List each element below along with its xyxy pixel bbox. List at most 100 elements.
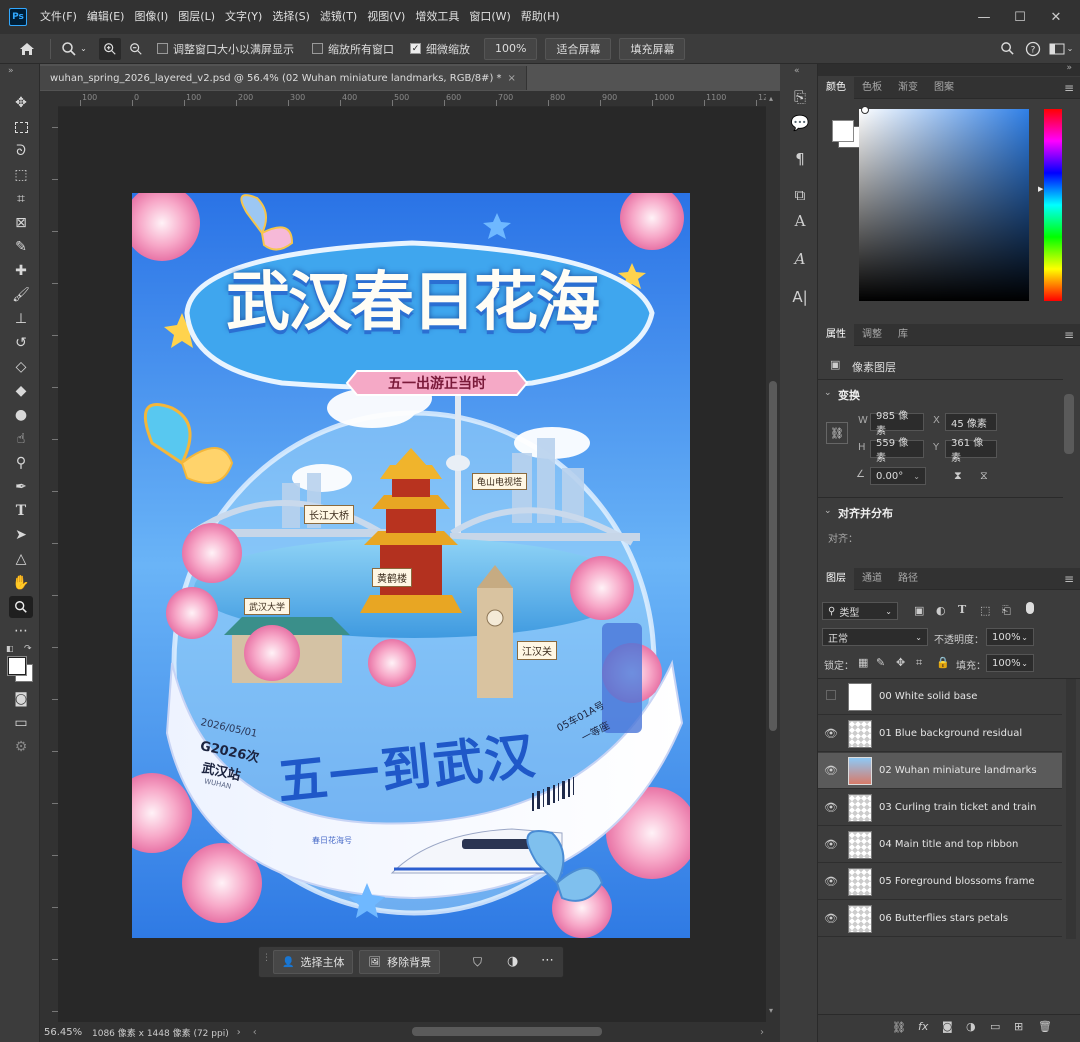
swap-colors-icon[interactable]: ↷ xyxy=(24,644,32,654)
layers-scrollbar[interactable] xyxy=(1066,679,1076,939)
zoom-tool-icon[interactable] xyxy=(9,596,33,618)
character-styles-icon[interactable]: A xyxy=(789,210,811,232)
layers-panel-menu-icon[interactable]: ≡ xyxy=(1064,568,1074,590)
paragraph-panel-icon[interactable]: ¶ xyxy=(789,148,811,170)
lock-artboard-icon[interactable]: ⌗ xyxy=(916,656,922,670)
quick-mask-icon[interactable]: ◙ xyxy=(9,688,33,710)
add-mask-icon[interactable]: ◙ xyxy=(942,1020,953,1033)
paint-bucket-icon[interactable]: ◆ xyxy=(9,380,33,402)
blur-tool-icon[interactable]: ● xyxy=(9,404,33,426)
collapse-panels-icon[interactable]: » xyxy=(1066,63,1072,73)
color-field[interactable] xyxy=(859,106,1029,301)
menu-edit[interactable]: 编辑(E) xyxy=(82,0,130,34)
glyphs-icon[interactable]: A xyxy=(789,248,811,270)
resize-windows-checkbox[interactable]: 调整窗口大小以满屏显示 xyxy=(157,38,294,60)
document-canvas[interactable]: 武汉春日花海 五一出游正当时 长江大桥 龟山电视塔 黄鹤楼 武汉大学 江汉关 五… xyxy=(132,193,690,938)
tab-color[interactable]: 颜色 xyxy=(818,76,854,99)
comments-panel-icon[interactable]: 💬 xyxy=(789,112,811,134)
move-tool-icon[interactable]: ✥ xyxy=(9,92,33,114)
document-tab[interactable]: wuhan_spring_2026_layered_v2.psd @ 56.4%… xyxy=(40,66,527,90)
screen-mode-icon[interactable]: ▭ xyxy=(9,712,33,734)
select-subject-button[interactable]: 👤 选择主体 xyxy=(273,950,354,974)
help-icon[interactable]: ? xyxy=(1020,38,1046,60)
collapse-toolbar-icon[interactable]: » xyxy=(8,66,14,76)
more-options-icon[interactable]: ⋯ xyxy=(541,953,554,968)
object-select-tool-icon[interactable]: ⬚ xyxy=(9,164,33,186)
lock-pixels-icon[interactable]: ✎ xyxy=(876,656,885,669)
zoom-in-icon[interactable] xyxy=(99,37,121,60)
menu-filter[interactable]: 滤镜(T) xyxy=(315,0,362,34)
frame-tool-icon[interactable]: ⊠ xyxy=(9,212,33,234)
scroll-up-icon[interactable]: ▴ xyxy=(769,94,773,103)
close-tab-icon[interactable]: × xyxy=(508,73,516,84)
tab-channels[interactable]: 通道 xyxy=(854,568,890,590)
hue-slider-handle-icon[interactable]: ▶ xyxy=(1038,185,1043,193)
home-icon[interactable] xyxy=(10,38,44,60)
properties-panel-menu-icon[interactable]: ≡ xyxy=(1064,324,1074,346)
filter-toggle-icon[interactable] xyxy=(1026,602,1034,614)
eye-icon[interactable]: 👁 xyxy=(818,764,844,777)
menu-file[interactable]: 文件(F) xyxy=(35,0,82,34)
tab-patterns[interactable]: 图案 xyxy=(926,77,962,99)
hand-tool-icon[interactable]: ✋ xyxy=(9,572,33,594)
flip-horizontal-icon[interactable]: ⧗ xyxy=(954,469,962,483)
layer-row[interactable]: 👁 02 Wuhan miniature landmarks xyxy=(818,753,1062,789)
scroll-right-icon[interactable]: › xyxy=(760,1027,764,1038)
color-picker-marker[interactable] xyxy=(861,106,869,114)
scroll-down-icon[interactable]: ▾ xyxy=(769,1006,773,1015)
fx-icon[interactable]: fx xyxy=(918,1020,928,1033)
tab-swatches[interactable]: 色板 xyxy=(854,77,890,99)
healing-brush-icon[interactable]: ✚ xyxy=(9,260,33,282)
link-layers-icon[interactable]: ⛓ xyxy=(892,1021,906,1034)
y-field[interactable]: 361 像素 xyxy=(945,438,997,464)
properties-scroll-thumb[interactable] xyxy=(1064,394,1074,454)
lock-transparency-icon[interactable]: ▦ xyxy=(858,656,868,669)
menu-help[interactable]: 帮助(H) xyxy=(516,0,565,34)
default-colors-icon[interactable]: ◧ xyxy=(6,644,14,653)
filter-adjustment-icon[interactable]: ◐ xyxy=(936,604,946,617)
visibility-toggle-icon[interactable] xyxy=(818,690,844,703)
adjustment-icon[interactable]: ◑ xyxy=(507,954,518,969)
scroll-left-icon[interactable]: ‹ xyxy=(253,1027,257,1038)
eye-icon[interactable]: 👁 xyxy=(818,727,844,740)
zoom-100-button[interactable]: 100% xyxy=(484,37,538,60)
zoom-all-checkbox[interactable]: 缩放所有窗口 xyxy=(312,38,394,60)
pen-tool-icon[interactable]: ✒ xyxy=(9,476,33,498)
smudge-tool-icon[interactable]: ☝ xyxy=(9,428,33,450)
tab-libraries[interactable]: 库 xyxy=(890,324,916,346)
menu-plugins[interactable]: 增效工具 xyxy=(410,0,464,34)
width-field[interactable]: 985 像素 xyxy=(870,411,924,437)
character-panel-icon[interactable]: A| xyxy=(789,286,811,308)
filter-smart-object-icon[interactable]: ⎗ xyxy=(1002,604,1011,618)
layer-comps-icon[interactable]: ⧉ xyxy=(789,184,811,206)
layer-filter-select[interactable]: ⚲ 类型 ⌄ xyxy=(822,602,898,620)
delete-layer-icon[interactable]: 🗑 xyxy=(1038,1020,1052,1033)
lock-position-icon[interactable]: ✥ xyxy=(896,656,905,669)
workspace-icon[interactable]: ⌄ xyxy=(1046,38,1076,60)
x-field[interactable]: 45 像素 xyxy=(945,413,997,431)
tab-adjustments[interactable]: 调整 xyxy=(854,324,890,346)
angle-field[interactable]: 0.00° ⌄ xyxy=(870,467,926,485)
type-tool-icon[interactable]: T xyxy=(9,500,33,522)
menu-image[interactable]: 图像(I) xyxy=(129,0,173,34)
menu-window[interactable]: 窗口(W) xyxy=(464,0,515,34)
blend-mode-select[interactable]: 正常 ⌄ xyxy=(822,628,928,646)
eye-icon[interactable]: 👁 xyxy=(818,912,844,925)
vertical-scroll-thumb[interactable] xyxy=(769,381,777,731)
chevron-down-icon[interactable]: ⌄ xyxy=(824,506,832,516)
fit-screen-button[interactable]: 适合屏幕 xyxy=(545,37,612,60)
adjustment-layer-icon[interactable]: ◑ xyxy=(966,1020,976,1033)
link-dimensions-icon[interactable]: ⛓ xyxy=(826,422,848,444)
layer-row[interactable]: 👁 03 Curling train ticket and train xyxy=(818,790,1062,826)
vertical-scrollbar[interactable]: ▴ ▾ xyxy=(766,91,780,1022)
menu-view[interactable]: 视图(V) xyxy=(362,0,410,34)
chevron-down-icon[interactable]: ⌄ xyxy=(824,388,832,398)
eraser-tool-icon[interactable]: ◇ xyxy=(9,356,33,378)
eye-icon[interactable]: 👁 xyxy=(818,838,844,851)
remove-background-button[interactable]: 🖼 移除背景 xyxy=(359,950,441,974)
stamp-tool-icon[interactable]: ⊥ xyxy=(9,308,33,330)
eye-icon[interactable]: 👁 xyxy=(818,875,844,888)
more-tools-icon[interactable]: ⋯ xyxy=(9,620,33,642)
extras-icon[interactable]: ⚙ xyxy=(9,736,33,758)
brush-tool-icon[interactable]: 🖌 xyxy=(9,284,33,306)
